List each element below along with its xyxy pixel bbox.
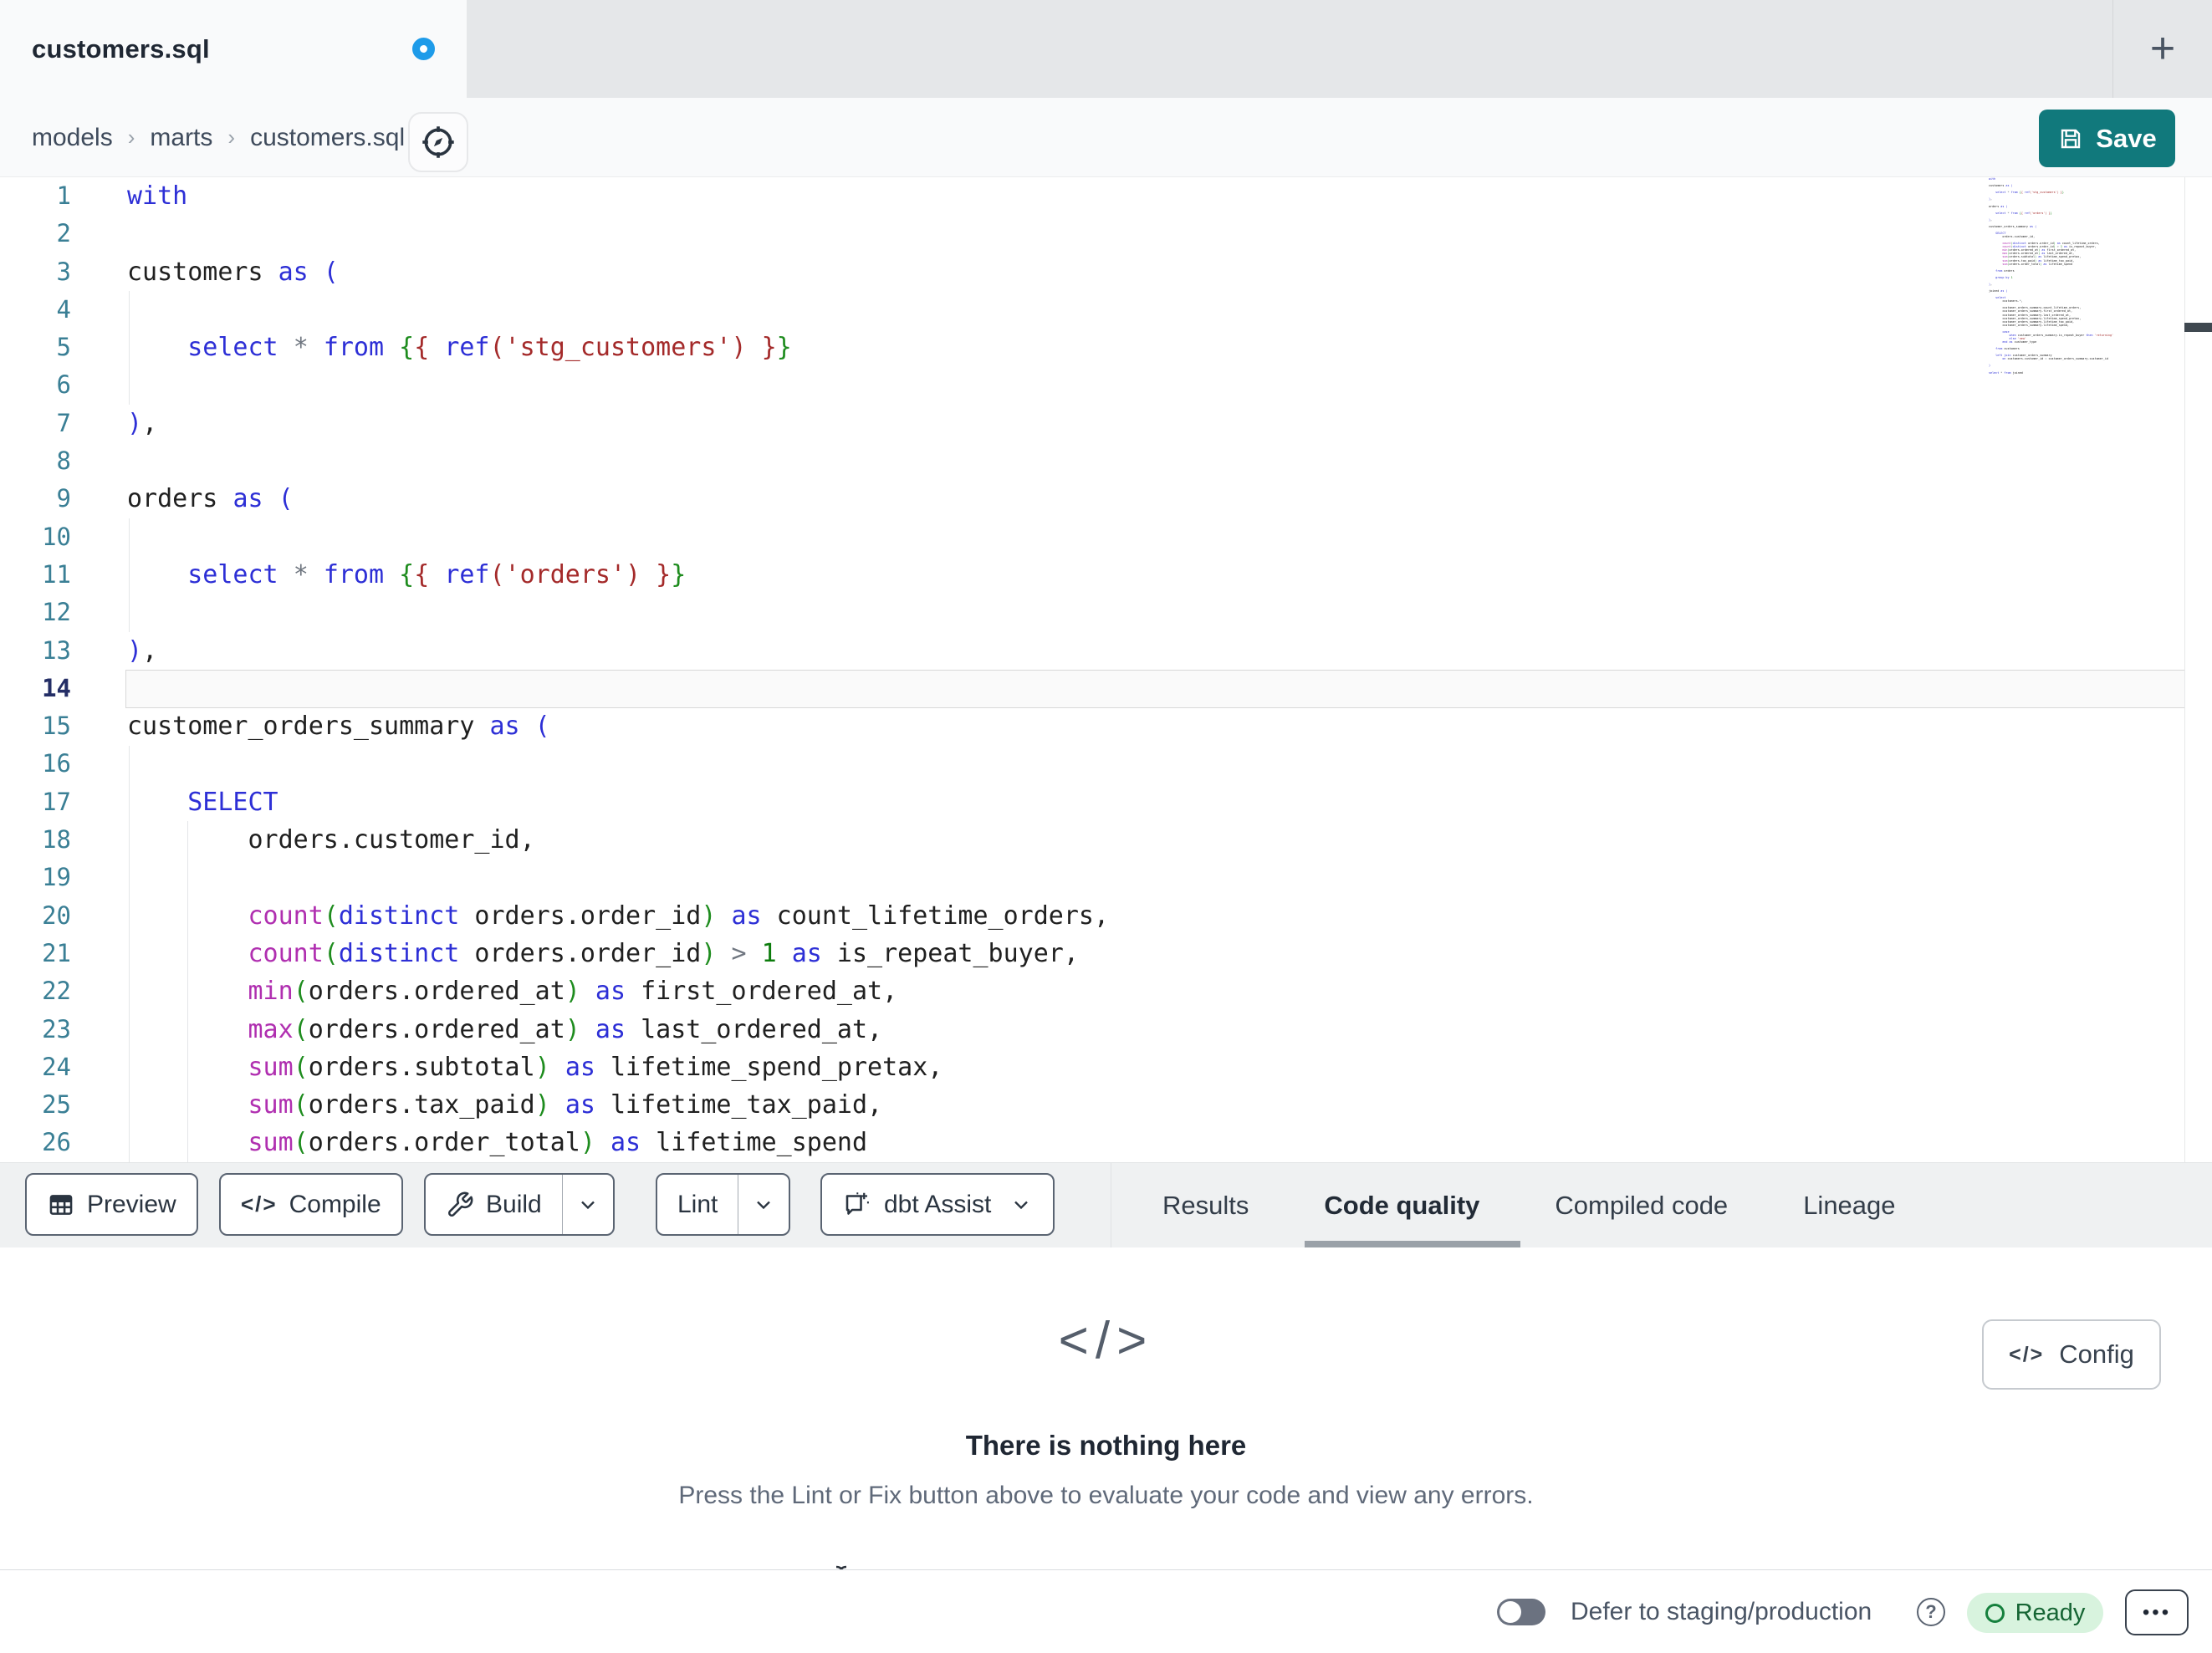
- save-floppy-icon: [2061, 129, 2081, 148]
- breadcrumb-bar: models › marts › customers.sql Save: [0, 98, 2212, 177]
- table-icon: [49, 1194, 73, 1215]
- unsaved-changes-dot-icon: [412, 38, 435, 60]
- action-toolbar: Preview </> Compile Build Lint dbt Assis…: [0, 1162, 2212, 1248]
- lint-label: Lint: [677, 1190, 718, 1218]
- save-label: Save: [2096, 123, 2157, 153]
- chevron-down-icon: [1014, 1201, 1029, 1209]
- ready-status-badge[interactable]: Ready: [1967, 1593, 2103, 1633]
- code-line: count(distinct orders.order_id) > 1 as i…: [248, 938, 1079, 968]
- code-line: customers as (: [127, 257, 339, 287]
- code-line: with: [127, 181, 188, 211]
- button-divider: [561, 1175, 563, 1234]
- tab-bar-divider: [2112, 0, 2113, 98]
- code-line: orders.customer_id,: [127, 825, 535, 855]
- result-panel-tabs: Results Code quality Compiled code Linea…: [1162, 1163, 1896, 1248]
- tab-results[interactable]: Results: [1162, 1163, 1249, 1248]
- more-options-button[interactable]: •••: [2125, 1589, 2189, 1635]
- code-quality-panel: </> Config </> There is nothing here Pre…: [0, 1247, 2212, 1569]
- compass-icon: [422, 126, 454, 158]
- empty-state-code-icon: </>: [1058, 1312, 1154, 1370]
- dbt-assist-button[interactable]: dbt Assist: [820, 1173, 1055, 1236]
- defer-label: Defer to staging/production: [1571, 1598, 1872, 1625]
- breadcrumb: models › marts › customers.sql: [32, 98, 405, 177]
- chevron-down-icon: [580, 1201, 595, 1209]
- tab-lineage[interactable]: Lineage: [1803, 1163, 1895, 1248]
- preview-button[interactable]: Preview: [25, 1173, 198, 1236]
- toggle-knob: [1499, 1601, 1521, 1623]
- code-line: sum(orders.order_total) as lifetime_spen…: [248, 1128, 868, 1158]
- code-line: select * from {{ ref('stg_customers') }}: [187, 333, 792, 363]
- code-line: customer_orders_summary as (: [127, 712, 550, 742]
- build-label: Build: [486, 1190, 542, 1218]
- compile-button[interactable]: </> Compile: [219, 1173, 403, 1236]
- editor-tab-bar: customers.sql +: [0, 0, 2212, 98]
- wrench-icon: [448, 1191, 473, 1217]
- code-line: min(orders.ordered_at) as first_ordered_…: [248, 977, 898, 1007]
- breadcrumb-separator: ›: [127, 125, 135, 150]
- breadcrumb-separator: ›: [227, 125, 236, 150]
- code-line: sum(orders.subtotal) as lifetime_spend_p…: [248, 1052, 943, 1082]
- code-line: ),: [127, 408, 158, 438]
- chevron-down-icon: [757, 1201, 771, 1209]
- defer-toggle[interactable]: [1497, 1599, 1545, 1625]
- lint-button[interactable]: Lint: [656, 1173, 791, 1236]
- compile-label: Compile: [289, 1190, 381, 1218]
- lint-dropdown-button[interactable]: [738, 1175, 789, 1234]
- code-line: SELECT: [187, 787, 278, 817]
- status-bar: Defer to staging/production ? Ready •••: [0, 1569, 2212, 1653]
- code-line: sum(orders.tax_paid) as lifetime_tax_pai…: [248, 1090, 883, 1120]
- build-button[interactable]: Build: [424, 1173, 615, 1236]
- empty-state-subtitle: Press the Lint or Fix button above to ev…: [678, 1482, 1534, 1509]
- code-line: orders as (: [127, 484, 294, 514]
- breadcrumb-models[interactable]: models: [32, 124, 113, 152]
- breadcrumb-marts[interactable]: marts: [150, 124, 212, 152]
- code-line: max(orders.ordered_at) as last_ordered_a…: [248, 1014, 883, 1044]
- scrollbar-marker[interactable]: [2184, 323, 2212, 332]
- minimap-line: select * from joined: [1989, 370, 2023, 375]
- minimap-line: on customers.customer_id = customer_orde…: [2002, 357, 2108, 361]
- new-tab-button[interactable]: +: [2131, 18, 2194, 79]
- dbt-ide-window: customers.sql + models › marts › custome…: [0, 0, 2212, 1653]
- editor-scrollbar[interactable]: [2184, 177, 2212, 1162]
- explore-lineage-button[interactable]: [408, 112, 468, 172]
- ellipsis-icon: •••: [2142, 1600, 2172, 1624]
- empty-state-title: There is nothing here: [965, 1430, 1247, 1461]
- code-content[interactable]: with customers as ( select * from {{ ref…: [0, 177, 2174, 1162]
- minimap[interactable]: with customers as ( select * from {{ ref…: [1989, 177, 2117, 376]
- code-brackets-icon: </>: [241, 1191, 278, 1217]
- tab-code-quality[interactable]: Code quality: [1324, 1163, 1479, 1248]
- ready-label: Ready: [2015, 1599, 2086, 1626]
- tab-customers-sql[interactable]: customers.sql: [0, 0, 467, 98]
- plus-icon: +: [2149, 24, 2176, 73]
- breadcrumb-file: customers.sql: [250, 123, 406, 151]
- build-dropdown-button[interactable]: [563, 1175, 613, 1234]
- assist-chat-sparkle-icon: [845, 1191, 869, 1215]
- tab-title: customers.sql: [32, 33, 210, 64]
- preview-label: Preview: [87, 1190, 176, 1218]
- tab-compiled-code[interactable]: Compiled code: [1555, 1163, 1728, 1248]
- help-icon[interactable]: ?: [1917, 1598, 1945, 1626]
- save-button[interactable]: Save: [2039, 110, 2175, 167]
- code-line: count(distinct orders.order_id) as count…: [248, 900, 1110, 931]
- assist-label: dbt Assist: [884, 1190, 992, 1218]
- code-editor[interactable]: 1 2 3 4 5 6 7 8 9 10 11 12 13 14 15 16 17 18 19 20 21 22 23 24 2…: [0, 177, 2212, 1162]
- ready-circle-icon: [1985, 1603, 2005, 1623]
- code-line: select * from {{ ref('orders') }}: [187, 559, 687, 589]
- code-line: ),: [127, 635, 158, 666]
